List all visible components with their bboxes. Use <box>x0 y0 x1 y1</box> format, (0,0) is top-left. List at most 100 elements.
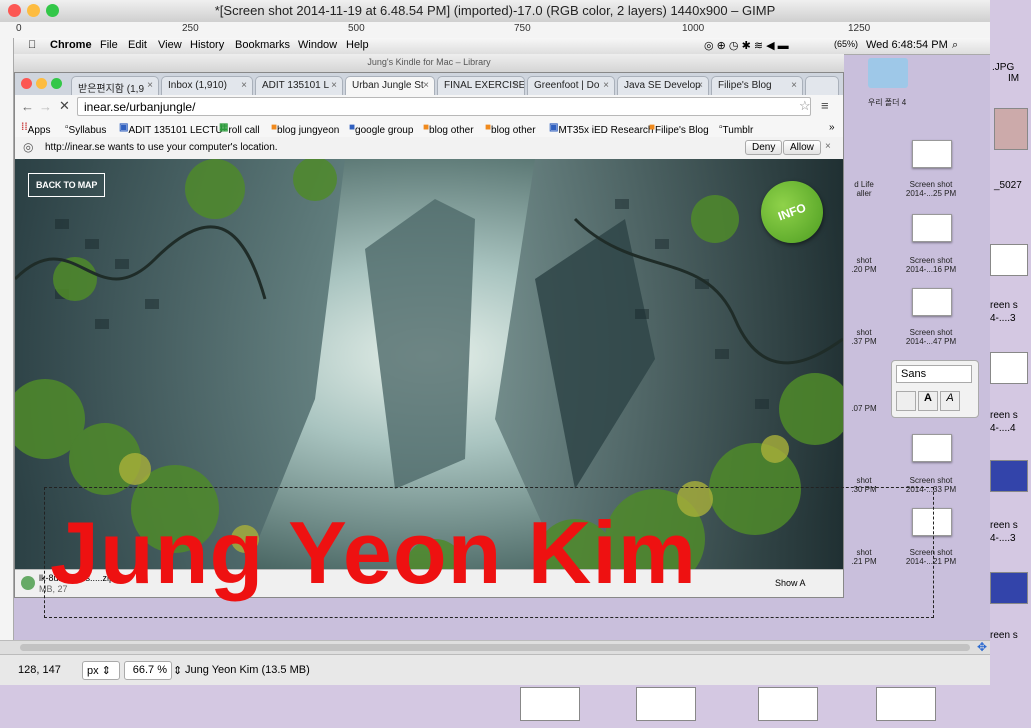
italic-icon[interactable]: A <box>940 391 960 411</box>
tab-java-se[interactable]: Java SE Develop × <box>617 76 709 95</box>
bookmark-blog-jungyeon[interactable]: ■ blog jungyeon <box>271 122 339 136</box>
tab-label: ADIT 135101 L <box>262 80 330 91</box>
bookmark-syllabus[interactable]: ▫ Syllabus <box>65 122 106 136</box>
bookmark-star-icon[interactable]: ☆ <box>799 98 811 114</box>
vertical-ruler[interactable] <box>0 38 14 640</box>
bookmark-mt35x[interactable]: ▣ MT35x iED Research <box>549 122 653 136</box>
desktop-right-strip: .JPG IM _5027 reen s 4-....3 reen s 4-..… <box>990 0 1031 728</box>
menu-window[interactable]: Window <box>298 39 337 51</box>
tab-filipes-blog[interactable]: Filipe's Blog × <box>711 76 803 95</box>
screenshot-thumbnail[interactable] <box>990 460 1028 492</box>
screenshot-thumbnail[interactable] <box>758 687 818 721</box>
kindle-title: Jung's Kindle for Mac – Library <box>367 57 491 67</box>
ruler-label: 1250 <box>848 23 871 34</box>
close-tab-icon[interactable]: × <box>423 80 429 91</box>
close-tab-icon[interactable]: × <box>697 80 703 91</box>
forward-icon[interactable]: → <box>39 99 52 114</box>
bookmark-google-group[interactable]: ■ google group <box>349 122 413 136</box>
menu-history[interactable]: History <box>190 39 224 51</box>
screenshot-thumbnail[interactable] <box>990 352 1028 384</box>
zoom-icon[interactable] <box>51 78 62 89</box>
close-tab-icon[interactable]: × <box>331 80 337 91</box>
screenshot-icon[interactable] <box>912 214 952 242</box>
tab-adit[interactable]: ADIT 135101 L × <box>255 76 343 95</box>
bookmark-adit[interactable]: ▣ ADIT 135101 LECTU <box>119 122 223 136</box>
tab-urban-jungle[interactable]: Urban Jungle St × <box>345 76 435 95</box>
close-tab-icon[interactable]: × <box>603 80 609 91</box>
close-tab-icon[interactable]: × <box>513 80 519 91</box>
menu-bookmarks[interactable]: Bookmarks <box>235 39 290 51</box>
screenshot-icon[interactable] <box>912 434 952 462</box>
menu-icon[interactable]: ≡ <box>821 98 829 113</box>
download-icon[interactable] <box>21 576 35 590</box>
menu-file[interactable]: File <box>100 39 118 51</box>
tab-final-exercise[interactable]: FINAL EXERCISE × <box>437 76 525 95</box>
more-bookmarks-icon[interactable]: » <box>829 122 835 133</box>
allow-button[interactable]: Allow <box>783 140 821 155</box>
new-tab-button[interactable] <box>805 76 839 95</box>
navigate-icon[interactable]: ✥ <box>977 640 987 654</box>
tab-gmail-korean[interactable]: 받은편지함 (1,9 × <box>71 76 159 95</box>
close-icon[interactable] <box>21 78 32 89</box>
zoom-arrows-icon[interactable]: ⇕ <box>173 664 182 677</box>
bookmark-blog-other[interactable]: ■ blog other <box>423 122 474 136</box>
tab-label: Java SE Develop <box>624 80 701 91</box>
bookmark-blog-other-2[interactable]: ■ blog other <box>485 122 536 136</box>
screenshot-icon[interactable] <box>912 140 952 168</box>
bookmark-apps[interactable]: ⁞⁞ Apps <box>21 122 50 136</box>
tab-label: 받은편지함 (1,9 <box>78 84 145 95</box>
screenshot-thumbnail[interactable] <box>636 687 696 721</box>
gimp-status-bar: 128, 147 px ⇕ 66.7 % ⇕ Jung Yeon Kim (13… <box>0 654 990 686</box>
horizontal-scrollbar[interactable]: ✥ <box>0 640 990 655</box>
screenshot-thumbnail[interactable] <box>990 572 1028 604</box>
back-icon[interactable]: ← <box>21 99 34 114</box>
photo-thumbnail[interactable] <box>994 108 1028 150</box>
bookmark-label: roll call <box>228 125 260 136</box>
gimp-window-title: *[Screen shot 2014-11-19 at 6.48.54 PM] … <box>214 3 776 18</box>
bookmark-roll-call[interactable]: ▦ roll call <box>219 122 260 136</box>
tab-inbox[interactable]: Inbox (1,910) × <box>161 76 253 95</box>
close-tab-icon[interactable]: × <box>241 80 247 91</box>
scrollbar-thumb[interactable] <box>20 644 970 651</box>
spotlight-icon[interactable]: ⌕ <box>952 39 958 52</box>
minimize-icon[interactable] <box>36 78 47 89</box>
bookmark-tumblr[interactable]: ▫ Tumblr <box>719 122 753 136</box>
bold-icon[interactable]: A <box>918 391 938 411</box>
bookmark-filipes-blog[interactable]: ■ Filipe's Blog <box>649 122 709 136</box>
font-input[interactable]: Sans <box>896 365 972 383</box>
close-tab-icon[interactable]: × <box>791 80 797 91</box>
close-infobar-icon[interactable]: × <box>825 141 831 152</box>
overlay-name-text[interactable]: Jung Yeon Kim <box>50 502 697 604</box>
screenshot-icon[interactable] <box>912 288 952 316</box>
unit-select[interactable]: px ⇕ <box>82 661 120 680</box>
url-input[interactable]: inear.se/urbanjungle/ <box>77 97 811 116</box>
menu-chrome[interactable]: Chrome <box>50 39 92 51</box>
screenshot-thumbnail[interactable] <box>520 687 580 721</box>
screenshot-thumbnail[interactable] <box>876 687 936 721</box>
desktop-label: 4-....3 <box>990 533 1016 544</box>
kindle-window-title-bar: Jung's Kindle for Mac – Library <box>14 54 844 73</box>
desktop-folder-label: 우리 폴더 4 <box>867 98 907 107</box>
tab-greenfoot[interactable]: Greenfoot | Do × <box>527 76 615 95</box>
menu-help[interactable]: Help <box>346 39 369 51</box>
close-tab-icon[interactable]: × <box>147 80 153 91</box>
menu-edit[interactable]: Edit <box>128 39 147 51</box>
bookmark-label: google group <box>355 125 414 136</box>
gimp-title-bar[interactable]: *[Screen shot 2014-11-19 at 6.48.54 PM] … <box>0 0 990 23</box>
bookmark-label: blog jungyeon <box>277 125 340 136</box>
horizontal-ruler[interactable]: 0 250 500 750 1000 1250 <box>0 22 990 39</box>
url-text: inear.se/urbanjungle/ <box>84 100 196 114</box>
partial-desktop-label: shot .37 PM <box>851 328 877 346</box>
image-canvas[interactable]:  Chrome File Edit View History Bookmark… <box>14 38 990 640</box>
apple-icon[interactable]:  <box>28 39 36 51</box>
zoom-select[interactable]: 66.7 % <box>124 661 172 680</box>
back-to-map-button[interactable]: BACK TO MAP <box>28 173 106 197</box>
lock-icon[interactable] <box>896 391 916 411</box>
folder-icon[interactable] <box>868 58 908 88</box>
desktop-label: 4-....4 <box>990 423 1016 434</box>
menu-view[interactable]: View <box>158 39 182 51</box>
screenshot-thumbnail[interactable] <box>990 244 1028 276</box>
deny-button[interactable]: Deny <box>745 140 783 155</box>
stop-icon[interactable]: ✕ <box>59 98 70 114</box>
ruler-label: 250 <box>182 23 199 34</box>
